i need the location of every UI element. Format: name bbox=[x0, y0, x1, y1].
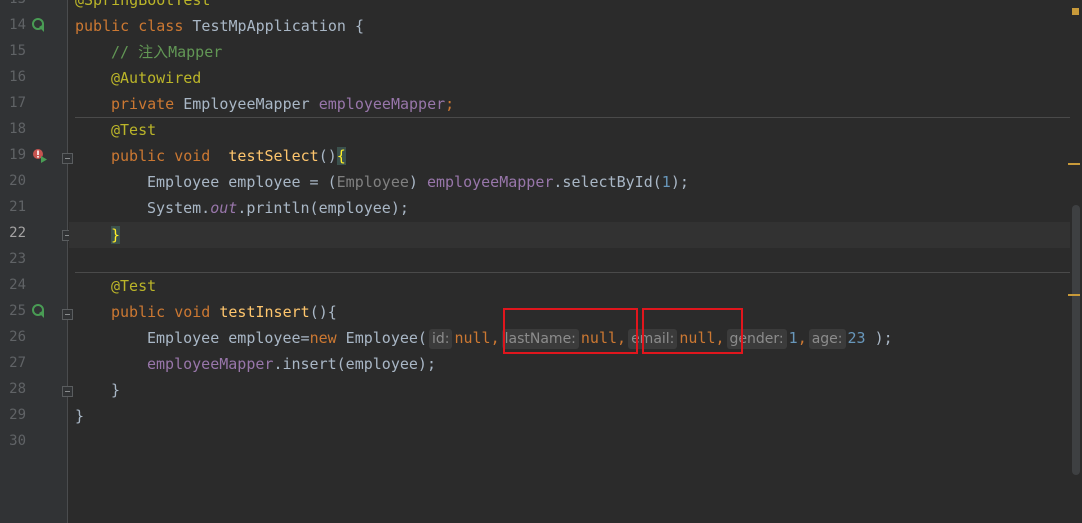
static-field: out bbox=[210, 199, 238, 217]
line-number: 18 bbox=[9, 121, 26, 137]
number-literal: 1 bbox=[788, 329, 798, 347]
run-test-class-icon[interactable] bbox=[32, 18, 48, 34]
type-name: EmployeeMapper bbox=[183, 95, 310, 113]
line-number: 23 bbox=[9, 251, 26, 267]
code-text: Employee( bbox=[336, 329, 427, 347]
current-line-highlight bbox=[69, 222, 1070, 248]
null-literal: null bbox=[454, 329, 491, 347]
code-line-20: Employee employee = (Employee) employeeM… bbox=[147, 169, 689, 195]
code-line-22: } bbox=[111, 222, 121, 248]
annotation: @Test bbox=[111, 277, 157, 295]
line-number: 17 bbox=[9, 95, 26, 111]
code-line-18: @Test bbox=[111, 117, 156, 143]
code-text: Employee employee= bbox=[147, 329, 310, 347]
line-number-current: 22 bbox=[9, 225, 26, 241]
highlight-box-lastname bbox=[503, 308, 638, 354]
line-number: 24 bbox=[9, 277, 26, 293]
fold-marker[interactable] bbox=[62, 386, 73, 397]
line-number: 19 bbox=[9, 147, 26, 163]
scrollbar-thumb[interactable] bbox=[1072, 205, 1080, 475]
code-text: ) bbox=[408, 173, 427, 191]
code-line-16: @Autowired bbox=[111, 65, 201, 91]
parens: () bbox=[318, 147, 337, 165]
line-number: 26 bbox=[9, 329, 26, 345]
keyword: public bbox=[111, 147, 166, 165]
code-text: ); bbox=[670, 173, 689, 191]
semicolon: ; bbox=[445, 95, 455, 113]
code-text: .selectById( bbox=[553, 173, 662, 191]
comment: // 注入Mapper bbox=[111, 43, 223, 61]
code-text: ); bbox=[865, 329, 893, 347]
keyword: private bbox=[111, 95, 175, 113]
code-line-13: @SpringBootTest bbox=[75, 0, 211, 9]
code-text: .println(employee); bbox=[237, 199, 409, 217]
keyword: public bbox=[75, 17, 130, 35]
keyword: public bbox=[111, 303, 166, 321]
field-name: employeeMapper bbox=[147, 355, 274, 373]
line-number: 27 bbox=[9, 355, 26, 371]
param-hint-id: id: bbox=[428, 329, 453, 349]
number-literal: 1 bbox=[661, 173, 671, 191]
brace: } bbox=[111, 381, 121, 399]
run-test-error-icon[interactable] bbox=[32, 148, 48, 164]
line-number: 13 bbox=[0, 0, 26, 7]
code-line-15: // 注入Mapper bbox=[111, 39, 222, 65]
matched-brace: } bbox=[111, 226, 121, 244]
code-line-25: public void testInsert(){ bbox=[111, 299, 337, 325]
line-number: 15 bbox=[9, 43, 26, 59]
error-stripe-mark[interactable] bbox=[1068, 294, 1080, 296]
code-text: System. bbox=[147, 199, 211, 217]
code-line-29: } bbox=[75, 403, 84, 429]
field-name: employeeMapper bbox=[426, 173, 554, 191]
inspection-indicator-icon[interactable] bbox=[1072, 8, 1079, 15]
brace: } bbox=[75, 407, 85, 425]
code-text: Employee employee = ( bbox=[147, 173, 337, 191]
class-name: TestMpApplication { bbox=[192, 17, 364, 35]
comma: , bbox=[797, 329, 807, 347]
line-number: 14 bbox=[9, 17, 26, 33]
vertical-scrollbar[interactable] bbox=[1068, 0, 1082, 523]
cast-type: Employee bbox=[336, 173, 409, 191]
line-number: 28 bbox=[9, 381, 26, 397]
method-separator bbox=[75, 117, 1070, 118]
line-number: 30 bbox=[9, 433, 26, 449]
code-line-19: public void testSelect(){ bbox=[111, 143, 346, 169]
line-number: 20 bbox=[9, 173, 26, 189]
field-name: employeeMapper bbox=[318, 95, 446, 113]
code-text: .insert(employee); bbox=[273, 355, 436, 373]
line-number: 29 bbox=[9, 407, 26, 423]
code-line-17: private EmployeeMapper employeeMapper; bbox=[111, 91, 454, 117]
comma: , bbox=[490, 329, 500, 347]
annotation: @Test bbox=[111, 121, 157, 139]
code-line-14: public class TestMpApplication { bbox=[75, 13, 364, 39]
keyword: void bbox=[174, 303, 211, 321]
keyword: class bbox=[138, 17, 184, 35]
editor-gutter: 13 14 15 16 17 18 19 20 21 22 23 24 25 2… bbox=[0, 0, 73, 523]
method-separator bbox=[75, 272, 1070, 273]
param-hint-age: age: bbox=[808, 329, 846, 349]
code-line-21: System.out.println(employee); bbox=[147, 195, 409, 221]
annotation: @Autowired bbox=[111, 69, 202, 87]
code-line-27: employeeMapper.insert(employee); bbox=[147, 351, 436, 377]
keyword: void bbox=[174, 147, 211, 165]
fold-marker[interactable] bbox=[62, 309, 73, 320]
code-line-28: } bbox=[111, 377, 120, 403]
fold-marker[interactable] bbox=[62, 153, 73, 164]
keyword: new bbox=[309, 329, 337, 347]
line-number: 21 bbox=[9, 199, 26, 215]
line-number: 25 bbox=[9, 303, 26, 319]
run-test-method-icon[interactable] bbox=[32, 304, 48, 320]
highlight-box-email bbox=[642, 308, 743, 354]
line-number: 16 bbox=[9, 69, 26, 85]
method-name: testSelect bbox=[228, 147, 319, 165]
code-text: (){ bbox=[309, 303, 337, 321]
code-line-24: @Test bbox=[111, 273, 156, 299]
method-name: testInsert bbox=[219, 303, 310, 321]
matched-brace: { bbox=[336, 147, 346, 165]
error-stripe-mark[interactable] bbox=[1068, 163, 1080, 165]
number-literal: 23 bbox=[847, 329, 866, 347]
